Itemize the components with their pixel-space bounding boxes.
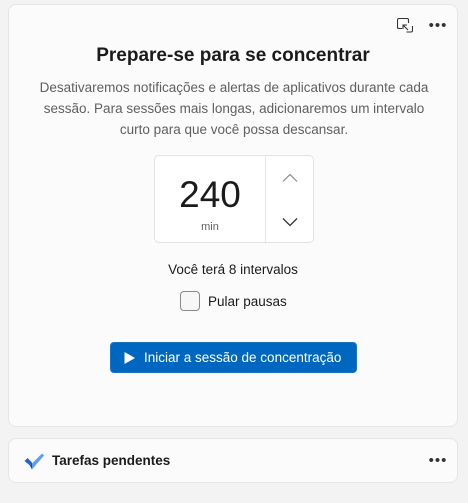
tasks-title: Tarefas pendentes bbox=[52, 453, 171, 468]
duration-stepper bbox=[266, 156, 313, 242]
duration-picker: 240 min bbox=[154, 155, 314, 243]
decrease-duration-button[interactable] bbox=[266, 200, 313, 244]
duration-value: 240 bbox=[179, 174, 241, 215]
increase-duration-button[interactable] bbox=[266, 156, 313, 200]
page-title: Prepare-se para se concentrar bbox=[96, 45, 370, 66]
start-button-label: Iniciar a sessão de concentração bbox=[144, 350, 342, 365]
detach-window-icon bbox=[397, 17, 413, 33]
duration-value-box[interactable]: 240 min bbox=[155, 156, 266, 242]
checkbox-box[interactable] bbox=[180, 291, 200, 311]
more-options-icon: ••• bbox=[428, 451, 448, 469]
start-focus-session-button[interactable]: Iniciar a sessão de concentração bbox=[110, 342, 357, 373]
tasks-card: Tarefas pendentes ••• bbox=[8, 438, 458, 483]
intervals-text: Você terá 8 intervalos bbox=[168, 262, 298, 277]
chevron-up-icon bbox=[282, 173, 297, 182]
todo-check-icon bbox=[24, 453, 44, 470]
tasks-more-options-button[interactable]: ••• bbox=[424, 446, 452, 474]
chevron-down-icon bbox=[282, 218, 297, 227]
duration-unit: min bbox=[201, 221, 219, 233]
focus-session-card: ••• Prepare-se para se concentrar Desati… bbox=[8, 4, 458, 427]
more-options-icon: ••• bbox=[428, 16, 448, 34]
skip-breaks-label: Pular pausas bbox=[208, 293, 287, 309]
detach-button[interactable] bbox=[391, 11, 419, 39]
play-icon bbox=[124, 351, 135, 364]
focus-description: Desativaremos notificações e alertas de … bbox=[39, 80, 429, 137]
more-options-button[interactable]: ••• bbox=[424, 11, 452, 39]
skip-breaks-checkbox[interactable]: Pular pausas bbox=[180, 291, 287, 311]
